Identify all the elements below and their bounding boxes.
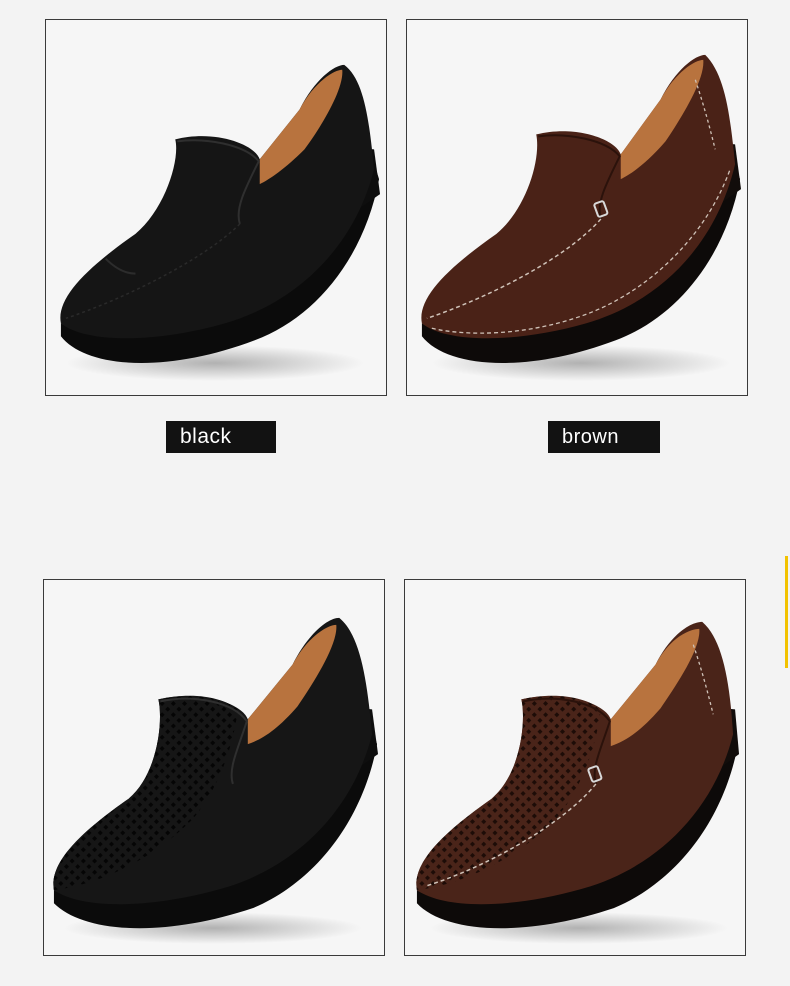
product-image-brown-perforated[interactable] <box>404 579 746 956</box>
color-label-brown[interactable]: brown <box>548 421 660 453</box>
loafer-black-perforated <box>53 617 379 944</box>
color-label-black[interactable]: black <box>166 421 276 453</box>
yellow-accent-bar <box>785 556 788 668</box>
loafer-brown-smooth <box>421 54 742 381</box>
product-image-black-perforated[interactable] <box>43 579 385 956</box>
loafer-black-smooth <box>60 64 381 381</box>
product-image-black[interactable] <box>45 19 387 396</box>
loafer-brown-perforated <box>416 621 740 944</box>
product-image-brown[interactable] <box>406 19 748 396</box>
